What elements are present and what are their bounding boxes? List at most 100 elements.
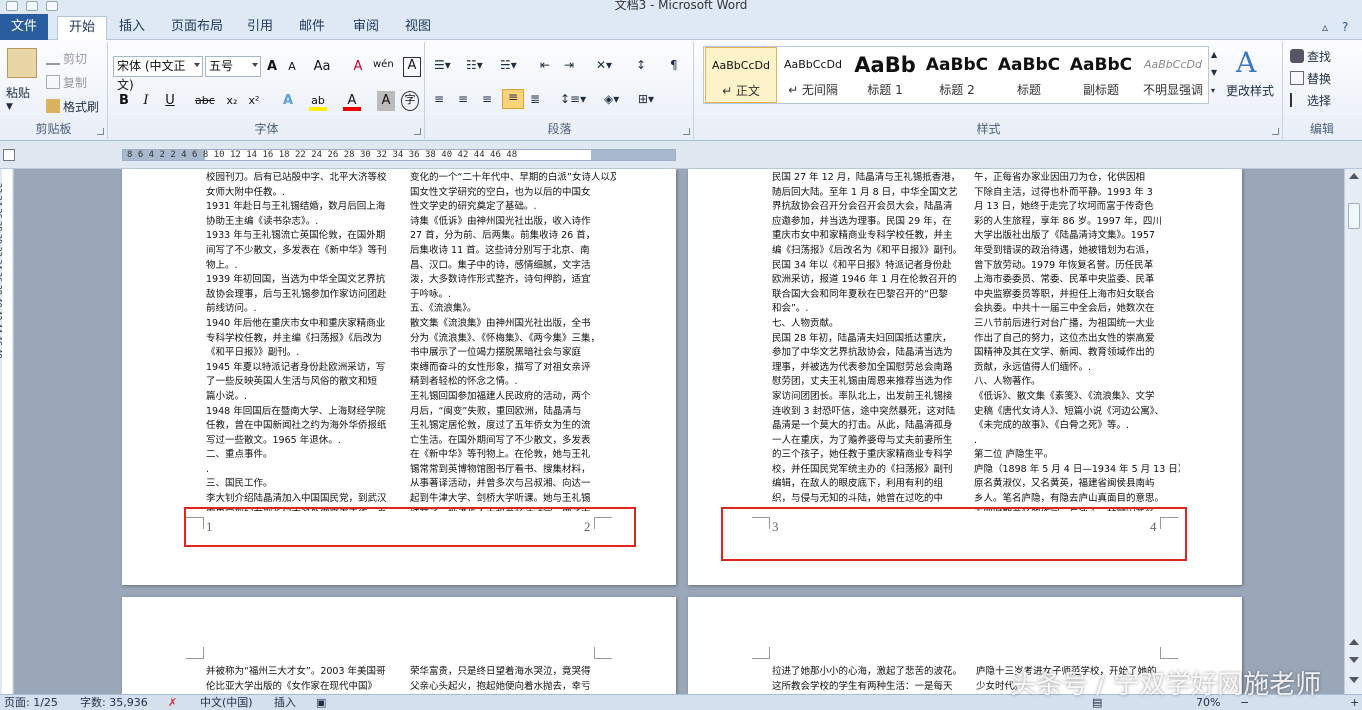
tab-insert[interactable]: 插入 — [112, 16, 152, 40]
line-spacing-icon[interactable]: ↕≡▾ — [560, 92, 586, 106]
borders-icon[interactable]: ⊞▾ — [638, 92, 654, 106]
styles-scroll-up-icon[interactable]: ▲ — [1211, 50, 1217, 59]
change-styles-button[interactable]: 更改样式 — [1226, 82, 1274, 99]
align-center-icon[interactable]: ≡ — [458, 92, 468, 106]
style-title[interactable]: AaBbC 标题 — [993, 47, 1065, 103]
zoom-in-icon[interactable]: + — [1350, 695, 1359, 710]
phonetic-guide-button[interactable]: wén — [373, 55, 394, 75]
help-icon[interactable]: ? — [1342, 20, 1348, 34]
style-normal[interactable]: AaBbCcDd ↵ 正文 — [705, 47, 777, 103]
style-heading-1[interactable]: AaBb 标题 1 — [849, 47, 921, 103]
style-sample: AaBbC — [1069, 55, 1133, 75]
proofing-icon[interactable]: ✗ — [168, 695, 177, 710]
find-button[interactable]: 查找 — [1290, 48, 1331, 65]
styles-more-icon[interactable]: ▾ — [1211, 86, 1215, 95]
superscript-button[interactable]: x² — [245, 91, 263, 111]
char-border-button[interactable]: A — [403, 57, 421, 77]
shrink-font-button[interactable]: A — [283, 57, 301, 77]
paste-button[interactable]: 粘贴 — [6, 84, 30, 101]
ribbon: 粘贴 ▼ 剪切 复制 格式刷 剪贴板 宋体 (中文正文) 五号 A A Aa A… — [0, 40, 1362, 141]
styles-launcher-icon[interactable] — [1272, 128, 1279, 135]
crop-mark — [186, 647, 204, 659]
numbering-icon[interactable]: ☷▾ — [466, 58, 483, 72]
minimize-ribbon-icon[interactable]: ▵ — [1322, 20, 1328, 34]
chinese-layout-icon[interactable]: ✕▾ — [596, 58, 612, 72]
char-shading-button[interactable]: A — [377, 91, 395, 111]
paste-icon[interactable] — [7, 48, 37, 78]
multilevel-list-icon[interactable]: ☵▾ — [500, 58, 517, 72]
grow-font-button[interactable]: A — [263, 57, 281, 77]
font-color-button[interactable]: A — [343, 91, 361, 111]
font-name-combo[interactable]: 宋体 (中文正文) — [113, 56, 203, 92]
change-case-button[interactable]: Aa — [313, 57, 331, 77]
subscript-button[interactable]: x₂ — [223, 91, 241, 111]
highlight-button[interactable]: ab — [309, 91, 327, 111]
distributed-icon[interactable]: ≣ — [530, 92, 540, 106]
tab-file[interactable]: 文件 — [0, 14, 48, 40]
tab-review[interactable]: 审阅 — [346, 16, 386, 40]
align-left-icon[interactable]: ≡ — [434, 92, 444, 106]
decrease-indent-icon[interactable]: ⇤ — [540, 58, 550, 72]
paste-dropdown-icon[interactable]: ▼ — [6, 102, 13, 112]
insert-mode[interactable]: 插入 — [274, 695, 296, 710]
style-name: 副标题 — [1082, 83, 1119, 97]
increase-indent-icon[interactable]: ⇥ — [564, 58, 574, 72]
find-label: 查找 — [1307, 50, 1332, 64]
change-styles-icon[interactable]: A — [1236, 46, 1256, 79]
font-launcher-icon[interactable] — [414, 128, 421, 135]
styles-scroll-down-icon[interactable]: ▼ — [1211, 68, 1217, 77]
select-button[interactable]: 选择 — [1290, 92, 1331, 109]
tab-page-layout[interactable]: 页面布局 — [164, 16, 230, 40]
bullets-icon[interactable]: ☰▾ — [434, 58, 451, 72]
tab-view[interactable]: 视图 — [398, 16, 438, 40]
style-subtitle[interactable]: AaBbC 副标题 — [1065, 47, 1137, 103]
prev-page-icon[interactable] — [1349, 639, 1359, 645]
show-marks-icon[interactable]: ¶ — [670, 58, 678, 72]
clipboard-launcher-icon[interactable] — [97, 128, 104, 135]
scroll-down-icon[interactable] — [1349, 677, 1359, 683]
enclose-char-button[interactable]: 字 — [401, 91, 419, 111]
shading-icon[interactable]: ◈▾ — [604, 92, 619, 106]
document-area[interactable]: 校园刊刀。后有已站殷中字、北平大济等校 女师大附中任教。. 1931 年赴日与王… — [14, 169, 1344, 694]
vertical-scrollbar[interactable] — [1344, 169, 1362, 694]
word-count[interactable]: 字数: 35,936 — [80, 695, 148, 710]
underline-button[interactable]: U — [161, 91, 179, 111]
scroll-up-icon[interactable] — [1349, 173, 1359, 179]
tab-references[interactable]: 引用 — [240, 16, 280, 40]
italic-button[interactable]: I — [137, 91, 155, 111]
horizontal-ruler[interactable]: 8 6 4 2 2 4 6 8 10 12 14 16 18 22 24 26 … — [0, 141, 1362, 169]
next-page-icon[interactable] — [1349, 657, 1359, 663]
font-size-value: 五号 — [209, 59, 234, 73]
styles-label: 样式 — [976, 122, 1001, 136]
align-right-icon[interactable]: ≡ — [482, 92, 492, 106]
language-indicator[interactable]: 中文(中国) — [200, 695, 253, 710]
clear-format-button[interactable]: A — [349, 57, 367, 77]
binoculars-icon — [1290, 49, 1304, 63]
vertical-ruler[interactable]: 22 24 26 28 30 32 34 36 38 40 42 44 46 4… — [0, 169, 14, 694]
ruler-strip[interactable]: 8 6 4 2 2 4 6 8 10 12 14 16 18 22 24 26 … — [122, 149, 676, 161]
tab-home[interactable]: 开始 — [57, 16, 107, 41]
format-painter-button[interactable]: 格式刷 — [46, 98, 99, 115]
page-5-column: 并被称为“福州三大才女”。2003 年美国哥 伦比亚大学出版的《女作家在现代中国… — [206, 666, 386, 692]
page-5-6[interactable]: 并被称为“福州三大才女”。2003 年美国哥 伦比亚大学出版的《女作家在现代中国… — [122, 597, 676, 694]
cut-button[interactable]: 剪切 — [46, 50, 87, 67]
style-no-spacing[interactable]: AaBbCcDd ↵ 无间隔 — [777, 47, 849, 103]
page-count[interactable]: 页面: 1/25 — [4, 695, 58, 710]
copy-icon — [46, 75, 60, 89]
replace-button[interactable]: 替换 — [1290, 70, 1331, 87]
copy-button[interactable]: 复制 — [46, 74, 87, 91]
text-effects-button[interactable]: A — [279, 91, 297, 111]
sort-icon[interactable]: ↕ — [636, 58, 646, 72]
page-7-column: 拉进了她那小小的心海，激起了悲苦的波花。 这所教会学校的学生有两种生活：一是每天 — [772, 666, 963, 692]
style-subtle-emphasis[interactable]: AaBbCcDd 不明显强调 — [1137, 47, 1209, 103]
strikethrough-button[interactable]: abc — [195, 91, 215, 111]
justify-icon[interactable]: ≡ — [502, 89, 524, 109]
font-size-combo[interactable]: 五号 — [205, 56, 261, 77]
tab-selector-icon[interactable] — [3, 149, 15, 161]
bold-button[interactable]: B — [115, 91, 133, 111]
macro-record-icon[interactable]: ▣ — [316, 695, 326, 710]
scroll-thumb[interactable] — [1348, 203, 1360, 229]
tab-mailings[interactable]: 邮件 — [292, 16, 332, 40]
style-heading-2[interactable]: AaBbC 标题 2 — [921, 47, 993, 103]
paragraph-launcher-icon[interactable] — [683, 128, 690, 135]
